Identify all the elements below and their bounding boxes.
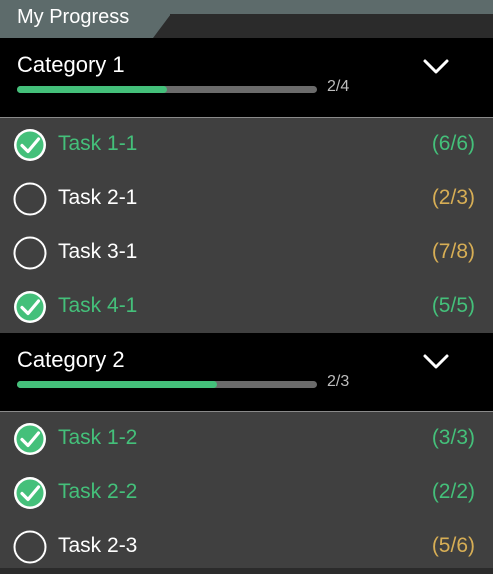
category-progress-count: 2/3 [327,373,350,390]
task-row[interactable]: Task 2-2 (2/2) [0,466,493,520]
empty-circle-icon [13,530,47,564]
task-row[interactable]: Task 2-3 (5/6) [0,520,493,574]
category-progress-fill [17,86,167,93]
task-label: Task 2-2 [58,480,138,503]
task-count: (5/6) [431,534,475,557]
empty-circle-icon [13,236,47,270]
category-header[interactable]: Category 1 2/4 [0,38,493,117]
category-title: Category 2 [17,347,125,372]
chevron-down-icon[interactable] [422,52,450,80]
task-label: Task 3-1 [58,240,138,263]
task-list: Task 1-2 (3/3) Task 2-2 (2/2) Task 2-3 (… [0,412,493,568]
category-header[interactable]: Category 2 2/3 [0,333,493,411]
chevron-down-icon[interactable] [422,347,450,375]
task-label: Task 2-3 [58,534,138,557]
task-row[interactable]: Task 1-1 (6/6) [0,118,493,172]
task-count: (6/6) [431,132,475,155]
task-count: (2/3) [431,186,475,209]
task-count: (5/5) [431,294,475,317]
empty-circle-icon [13,182,47,216]
category-title: Category 1 [17,52,125,77]
category-progress-count: 2/4 [327,78,350,95]
task-label: Task 1-1 [58,132,138,155]
checkmark-circle-icon [14,477,46,509]
category-progress-bar [17,86,317,93]
task-label: Task 1-2 [58,426,138,449]
task-row[interactable]: Task 4-1 (5/5) [0,280,493,334]
task-label: Task 2-1 [58,186,138,209]
category-progress-fill [17,381,218,388]
checkmark-circle-icon [14,291,46,323]
task-list: Task 1-1 (6/6) Task 2-1 (2/3) Task 3-1 (… [0,118,493,333]
task-count: (7/8) [431,240,475,263]
checkmark-circle-icon [14,423,46,455]
task-count: (3/3) [431,426,475,449]
task-label: Task 4-1 [58,294,138,317]
page-title: My Progress [17,6,130,28]
task-row[interactable]: Task 3-1 (7/8) [0,226,493,280]
task-row[interactable]: Task 1-2 (3/3) [0,412,493,466]
task-row[interactable]: Task 2-1 (2/3) [0,172,493,226]
category-progress-bar [17,381,317,388]
checkmark-circle-icon [14,129,46,161]
task-count: (2/2) [431,480,475,503]
